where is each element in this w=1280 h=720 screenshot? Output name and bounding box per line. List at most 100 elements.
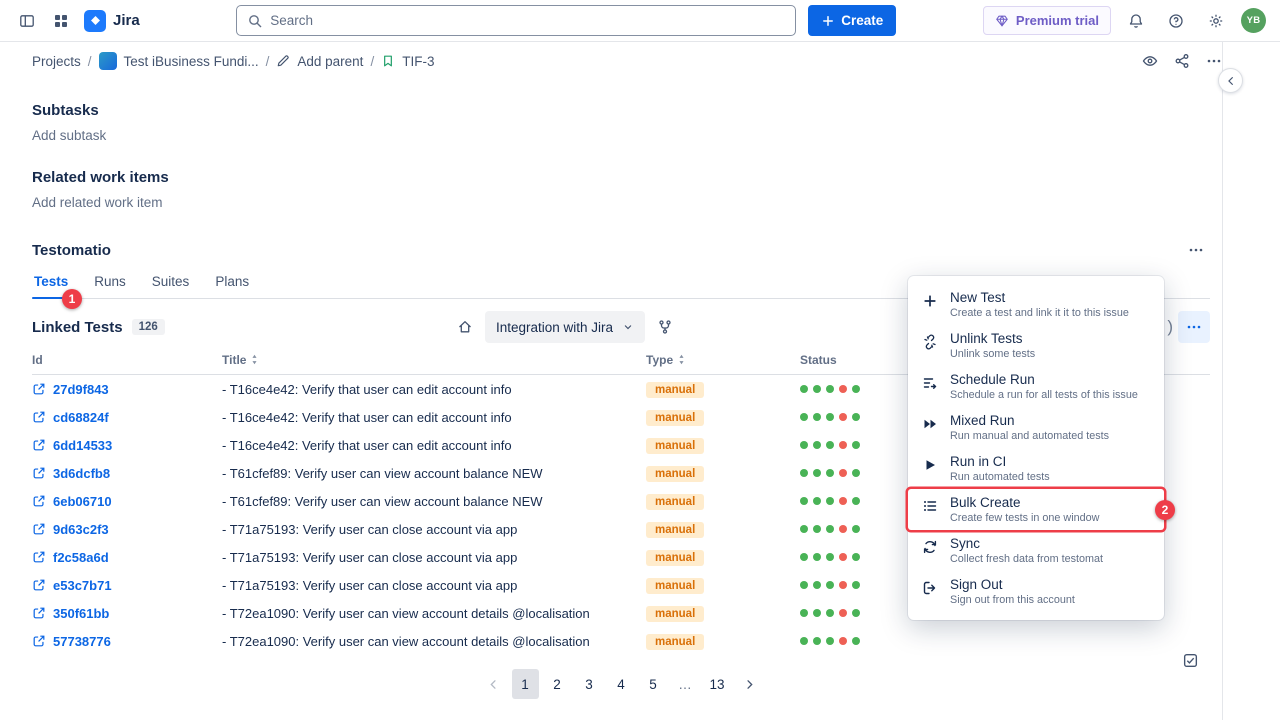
top-navigation: Jira Create Premium trial YB [0, 0, 1280, 42]
search-area: Create [154, 5, 979, 36]
external-link-icon[interactable] [32, 466, 46, 480]
pagination-page-4[interactable]: 4 [608, 669, 635, 699]
status-dot-green [852, 637, 860, 645]
external-link-icon[interactable] [32, 522, 46, 536]
add-parent-button[interactable]: Add parent [297, 54, 363, 69]
create-button[interactable]: Create [808, 5, 896, 36]
pagination-page-5[interactable]: 5 [640, 669, 667, 699]
header-title[interactable]: Title [222, 353, 646, 367]
external-link-icon[interactable] [32, 438, 46, 452]
breadcrumb-project[interactable]: Test iBusiness Fundi... [124, 54, 259, 69]
status-dot-red [839, 609, 847, 617]
test-id-link[interactable]: 350f61bb [53, 606, 109, 621]
home-icon[interactable] [457, 319, 473, 335]
status-dot-green [852, 609, 860, 617]
watch-button[interactable] [1142, 53, 1158, 69]
testomatio-more-button[interactable] [1182, 238, 1210, 262]
integration-controls: Integration with Jira [457, 311, 673, 343]
menu-item-sign-out[interactable]: Sign OutSign out from this account [908, 571, 1164, 612]
type-badge: manual [646, 550, 704, 566]
tab-plans[interactable]: Plans [213, 274, 251, 298]
external-link-icon[interactable] [32, 494, 46, 508]
tasklist-button[interactable] [1176, 648, 1204, 672]
integration-select[interactable]: Integration with Jira [485, 311, 645, 343]
share-button[interactable] [1174, 53, 1190, 69]
test-id-link[interactable]: f2c58a6d [53, 550, 109, 565]
status-dot-green [813, 553, 821, 561]
pagination-page-1[interactable]: 1 [512, 669, 539, 699]
schedule-run-icon [922, 375, 938, 391]
menu-item-description: Run automated tests [950, 471, 1050, 483]
create-button-label: Create [841, 13, 883, 28]
sidebar-toggle-button[interactable] [12, 6, 42, 36]
status-dot-red [839, 637, 847, 645]
branch-icon[interactable] [657, 319, 673, 335]
notifications-button[interactable] [1121, 6, 1151, 36]
related-items-heading: Related work items [32, 169, 1210, 186]
external-link-icon[interactable] [32, 410, 46, 424]
menu-item-sync[interactable]: SyncCollect fresh data from testomat [908, 530, 1164, 571]
tab-suites[interactable]: Suites [150, 274, 192, 298]
header-id[interactable]: Id [32, 353, 222, 367]
search-input[interactable] [270, 13, 785, 28]
status-dot-green [800, 609, 808, 617]
menu-item-bulk-create[interactable]: Bulk CreateCreate few tests in one windo… [908, 489, 1164, 530]
test-id-link[interactable]: 3d6dcfb8 [53, 466, 110, 481]
status-dot-green [813, 441, 821, 449]
external-link-icon[interactable] [32, 382, 46, 396]
menu-item-new-test[interactable]: New TestCreate a test and link it it to … [908, 284, 1164, 325]
external-link-icon[interactable] [32, 578, 46, 592]
settings-button[interactable] [1201, 6, 1231, 36]
menu-item-unlink-tests[interactable]: Unlink TestsUnlink some tests [908, 325, 1164, 366]
app-switcher-icon [53, 13, 69, 29]
test-id-link[interactable]: 27d9f843 [53, 382, 109, 397]
breadcrumb-projects[interactable]: Projects [32, 54, 81, 69]
breadcrumb-issue-key[interactable]: TIF-3 [402, 54, 434, 69]
tests-menu-trigger-button[interactable] [1178, 311, 1210, 343]
status-dot-green [852, 553, 860, 561]
test-id-link[interactable]: 57738776 [53, 634, 111, 649]
test-id-link[interactable]: 9d63c2f3 [53, 522, 109, 537]
menu-item-mixed-run[interactable]: Mixed RunRun manual and automated tests [908, 407, 1164, 448]
tab-runs[interactable]: Runs [92, 274, 128, 298]
menu-item-schedule-run[interactable]: Schedule RunSchedule a run for all tests… [908, 366, 1164, 407]
pagination-next[interactable] [736, 669, 763, 699]
status-dot-green [800, 553, 808, 561]
header-type[interactable]: Type [646, 353, 800, 367]
menu-item-title: Run in CI [950, 454, 1050, 469]
more-actions-button[interactable] [1206, 53, 1222, 69]
linked-tests-title: Linked Tests [32, 319, 123, 336]
user-avatar[interactable]: YB [1241, 8, 1266, 33]
pagination-page-2[interactable]: 2 [544, 669, 571, 699]
add-related-item-button[interactable]: Add related work item [32, 195, 1210, 210]
app-switcher-button[interactable] [46, 6, 76, 36]
premium-trial-button[interactable]: Premium trial [983, 6, 1111, 35]
menu-item-description: Collect fresh data from testomat [950, 553, 1103, 565]
help-button[interactable] [1161, 6, 1191, 36]
menu-item-description: Sign out from this account [950, 594, 1075, 606]
panel-collapse-button[interactable] [1218, 68, 1243, 93]
type-badge: manual [646, 634, 704, 650]
test-id-link[interactable]: 6dd14533 [53, 438, 112, 453]
search-box[interactable] [236, 5, 796, 36]
test-title: - T61cfef89: Verify user can view accoun… [222, 494, 646, 509]
pagination-prev[interactable] [480, 669, 507, 699]
type-badge: manual [646, 410, 704, 426]
test-title: - T72ea1090: Verify user can view accoun… [222, 606, 646, 621]
menu-item-run-in-ci[interactable]: Run in CI Run automated tests [908, 448, 1164, 489]
external-link-icon[interactable] [32, 550, 46, 564]
help-icon [1168, 13, 1184, 29]
test-id-link[interactable]: e53c7b71 [53, 578, 112, 593]
external-link-icon[interactable] [32, 606, 46, 620]
test-id-link[interactable]: cd68824f [53, 410, 109, 425]
jira-app: Jira Create Premium trial YB Projects / [0, 0, 1280, 720]
external-link-icon[interactable] [32, 634, 46, 648]
status-dot-green [826, 385, 834, 393]
pagination-page-3[interactable]: 3 [576, 669, 603, 699]
test-id-link[interactable]: 6eb06710 [53, 494, 112, 509]
pagination-page-13[interactable]: 13 [704, 669, 731, 699]
add-subtask-button[interactable]: Add subtask [32, 128, 1210, 143]
status-dot-green [800, 385, 808, 393]
status-dot-green [826, 469, 834, 477]
jira-logo[interactable]: Jira [80, 10, 150, 32]
